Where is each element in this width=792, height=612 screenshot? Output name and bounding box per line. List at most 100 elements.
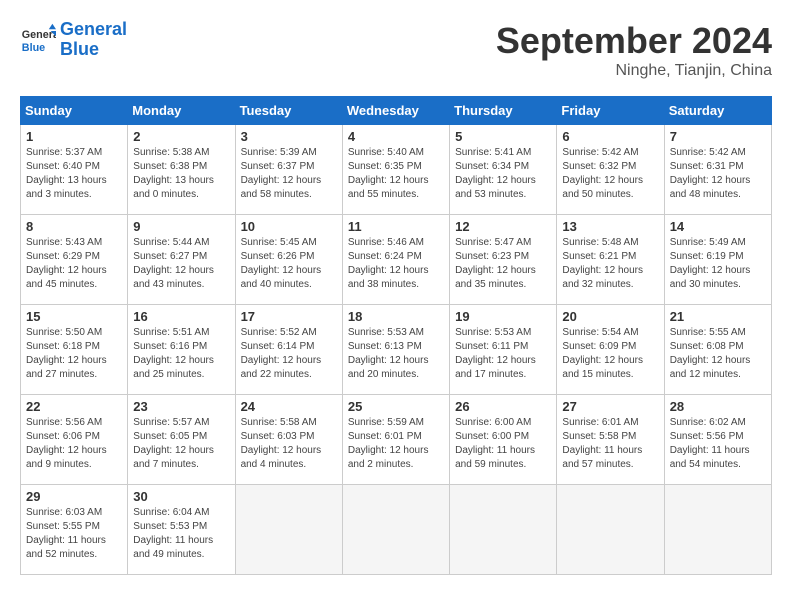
day-info: Sunrise: 5:47 AM Sunset: 6:23 PM Dayligh… (455, 236, 551, 292)
calendar-cell: 28 Sunrise: 6:02 AM Sunset: 5:56 PM Dayli… (664, 395, 771, 485)
header-wednesday: Wednesday (342, 97, 449, 125)
week-row-3: 15 Sunrise: 5:50 AM Sunset: 6:18 PM Dayli… (21, 305, 772, 395)
day-number: 28 (670, 399, 766, 414)
day-info: Sunrise: 5:52 AM Sunset: 6:14 PM Dayligh… (241, 326, 337, 382)
calendar-cell: 3Sunrise: 5:39 AM Sunset: 6:37 PM Daylig… (235, 125, 342, 215)
calendar-cell: 26 Sunrise: 6:00 AM Sunset: 6:00 PM Dayli… (450, 395, 557, 485)
day-number: 6 (562, 129, 658, 144)
calendar-cell: 22 Sunrise: 5:56 AM Sunset: 6:06 PM Dayli… (21, 395, 128, 485)
day-number: 13 (562, 219, 658, 234)
header-row: SundayMondayTuesdayWednesdayThursdayFrid… (21, 97, 772, 125)
day-info: Sunrise: 5:43 AM Sunset: 6:29 PM Dayligh… (26, 236, 122, 292)
day-number: 15 (26, 309, 122, 324)
day-info: Sunrise: 6:00 AM Sunset: 6:00 PM Dayligh… (455, 416, 551, 472)
calendar-cell: 27 Sunrise: 6:01 AM Sunset: 5:58 PM Dayli… (557, 395, 664, 485)
day-info: Sunrise: 5:49 AM Sunset: 6:19 PM Dayligh… (670, 236, 766, 292)
header-saturday: Saturday (664, 97, 771, 125)
day-number: 22 (26, 399, 122, 414)
calendar-cell: 24 Sunrise: 5:58 AM Sunset: 6:03 PM Dayli… (235, 395, 342, 485)
day-info: Sunrise: 5:40 AM Sunset: 6:35 PM Dayligh… (348, 146, 444, 202)
day-number: 10 (241, 219, 337, 234)
calendar-cell: 10 Sunrise: 5:45 AM Sunset: 6:26 PM Dayli… (235, 215, 342, 305)
week-row-4: 22 Sunrise: 5:56 AM Sunset: 6:06 PM Dayli… (21, 395, 772, 485)
day-number: 26 (455, 399, 551, 414)
calendar-table: SundayMondayTuesdayWednesdayThursdayFrid… (20, 96, 772, 575)
day-number: 11 (348, 219, 444, 234)
day-info: Sunrise: 6:02 AM Sunset: 5:56 PM Dayligh… (670, 416, 766, 472)
week-row-1: 1 Sunrise: 5:37 AM Sunset: 6:40 PM Daylig… (21, 125, 772, 215)
calendar-cell: 13Sunrise: 5:48 AM Sunset: 6:21 PM Dayli… (557, 215, 664, 305)
header: General Blue General Blue September 2024… (20, 20, 772, 80)
day-info: Sunrise: 5:37 AM Sunset: 6:40 PM Dayligh… (26, 146, 122, 202)
day-number: 25 (348, 399, 444, 414)
day-number: 14 (670, 219, 766, 234)
header-tuesday: Tuesday (235, 97, 342, 125)
calendar-cell (235, 485, 342, 575)
calendar-cell: 16Sunrise: 5:51 AM Sunset: 6:16 PM Dayli… (128, 305, 235, 395)
day-info: Sunrise: 5:56 AM Sunset: 6:06 PM Dayligh… (26, 416, 122, 472)
day-info: Sunrise: 5:44 AM Sunset: 6:27 PM Dayligh… (133, 236, 229, 292)
day-number: 7 (670, 129, 766, 144)
calendar-cell (664, 485, 771, 575)
day-number: 20 (562, 309, 658, 324)
day-number: 9 (133, 219, 229, 234)
calendar-cell: 29Sunrise: 6:03 AM Sunset: 5:55 PM Dayli… (21, 485, 128, 575)
day-info: Sunrise: 5:53 AM Sunset: 6:13 PM Dayligh… (348, 326, 444, 382)
day-info: Sunrise: 5:42 AM Sunset: 6:32 PM Dayligh… (562, 146, 658, 202)
calendar-cell (450, 485, 557, 575)
logo-icon: General Blue (20, 22, 56, 58)
day-number: 21 (670, 309, 766, 324)
calendar-cell: 6 Sunrise: 5:42 AM Sunset: 6:32 PM Daylig… (557, 125, 664, 215)
day-number: 2 (133, 129, 229, 144)
header-sunday: Sunday (21, 97, 128, 125)
day-number: 18 (348, 309, 444, 324)
day-info: Sunrise: 5:54 AM Sunset: 6:09 PM Dayligh… (562, 326, 658, 382)
svg-text:General: General (22, 29, 56, 41)
calendar-cell: 2 Sunrise: 5:38 AM Sunset: 6:38 PM Daylig… (128, 125, 235, 215)
day-info: Sunrise: 6:01 AM Sunset: 5:58 PM Dayligh… (562, 416, 658, 472)
day-info: Sunrise: 5:55 AM Sunset: 6:08 PM Dayligh… (670, 326, 766, 382)
day-number: 8 (26, 219, 122, 234)
day-info: Sunrise: 5:45 AM Sunset: 6:26 PM Dayligh… (241, 236, 337, 292)
day-number: 1 (26, 129, 122, 144)
calendar-cell: 17 Sunrise: 5:52 AM Sunset: 6:14 PM Dayli… (235, 305, 342, 395)
header-monday: Monday (128, 97, 235, 125)
calendar-cell (557, 485, 664, 575)
day-info: Sunrise: 5:46 AM Sunset: 6:24 PM Dayligh… (348, 236, 444, 292)
day-number: 17 (241, 309, 337, 324)
calendar-cell: 5 Sunrise: 5:41 AM Sunset: 6:34 PM Daylig… (450, 125, 557, 215)
title-area: September 2024 Ninghe, Tianjin, China (496, 20, 772, 80)
day-number: 12 (455, 219, 551, 234)
day-info: Sunrise: 5:41 AM Sunset: 6:34 PM Dayligh… (455, 146, 551, 202)
day-number: 24 (241, 399, 337, 414)
svg-text:Blue: Blue (22, 42, 45, 54)
calendar-cell: 30Sunrise: 6:04 AM Sunset: 5:53 PM Dayli… (128, 485, 235, 575)
calendar-cell (342, 485, 449, 575)
calendar-cell: 21 Sunrise: 5:55 AM Sunset: 6:08 PM Dayli… (664, 305, 771, 395)
calendar-cell: 19 Sunrise: 5:53 AM Sunset: 6:11 PM Dayli… (450, 305, 557, 395)
day-number: 19 (455, 309, 551, 324)
calendar-cell: 12 Sunrise: 5:47 AM Sunset: 6:23 PM Dayli… (450, 215, 557, 305)
day-info: Sunrise: 5:57 AM Sunset: 6:05 PM Dayligh… (133, 416, 229, 472)
week-row-5: 29Sunrise: 6:03 AM Sunset: 5:55 PM Dayli… (21, 485, 772, 575)
day-info: Sunrise: 5:58 AM Sunset: 6:03 PM Dayligh… (241, 416, 337, 472)
calendar-cell: 11 Sunrise: 5:46 AM Sunset: 6:24 PM Dayli… (342, 215, 449, 305)
logo-text: General Blue (60, 20, 127, 60)
day-number: 4 (348, 129, 444, 144)
calendar-cell: 18 Sunrise: 5:53 AM Sunset: 6:13 PM Dayli… (342, 305, 449, 395)
header-friday: Friday (557, 97, 664, 125)
calendar-cell: 7Sunrise: 5:42 AM Sunset: 6:31 PM Daylig… (664, 125, 771, 215)
day-number: 5 (455, 129, 551, 144)
day-info: Sunrise: 5:50 AM Sunset: 6:18 PM Dayligh… (26, 326, 122, 382)
day-number: 27 (562, 399, 658, 414)
day-number: 30 (133, 489, 229, 504)
day-info: Sunrise: 5:38 AM Sunset: 6:38 PM Dayligh… (133, 146, 229, 202)
day-info: Sunrise: 5:53 AM Sunset: 6:11 PM Dayligh… (455, 326, 551, 382)
day-info: Sunrise: 5:59 AM Sunset: 6:01 PM Dayligh… (348, 416, 444, 472)
calendar-cell: 9 Sunrise: 5:44 AM Sunset: 6:27 PM Daylig… (128, 215, 235, 305)
location: Ninghe, Tianjin, China (496, 62, 772, 80)
logo: General Blue General Blue (20, 20, 127, 60)
calendar-cell: 23 Sunrise: 5:57 AM Sunset: 6:05 PM Dayli… (128, 395, 235, 485)
day-number: 16 (133, 309, 229, 324)
day-number: 23 (133, 399, 229, 414)
